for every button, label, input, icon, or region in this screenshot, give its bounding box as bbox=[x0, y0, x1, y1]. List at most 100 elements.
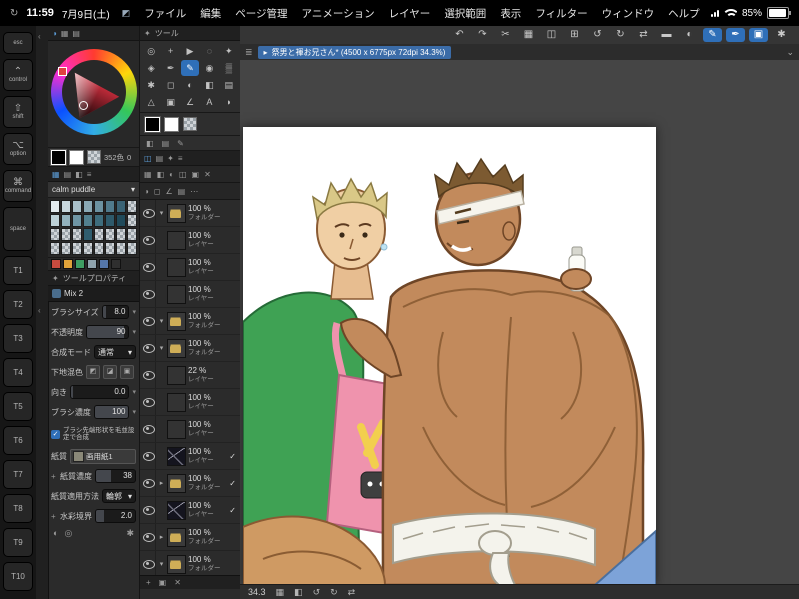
opacity-icon[interactable]: ◑ bbox=[144, 187, 149, 196]
visibility-eye-icon[interactable] bbox=[142, 451, 155, 461]
layer-thumbnail[interactable] bbox=[167, 419, 186, 439]
menu-item[interactable]: ページ管理 bbox=[235, 6, 287, 21]
menu-item[interactable]: フィルター bbox=[535, 6, 587, 21]
switch-color-icon[interactable]: ◧ bbox=[146, 139, 154, 148]
palette-color-cell[interactable] bbox=[116, 228, 126, 241]
layer-property-tab-icon[interactable]: ▤ bbox=[156, 154, 164, 163]
palette-color-cell[interactable] bbox=[72, 242, 82, 255]
brush-preview-icon[interactable]: ◐ bbox=[53, 528, 58, 538]
modifier-key[interactable]: T10 bbox=[3, 562, 33, 591]
new-folder-icon[interactable]: ◧ bbox=[157, 170, 165, 179]
tool-button[interactable]: ◈ bbox=[142, 60, 160, 76]
folder-arrow-icon[interactable]: ▸ bbox=[158, 479, 165, 487]
sub-color-swatch[interactable] bbox=[164, 116, 179, 132]
layer-row[interactable]: 22 % レイヤー bbox=[140, 362, 240, 389]
trash-icon[interactable]: ✕ bbox=[204, 170, 211, 179]
layer-search-tab-icon[interactable]: ✦ bbox=[167, 154, 174, 163]
palette-color-cell[interactable] bbox=[83, 228, 93, 241]
command-button[interactable]: ↻ bbox=[611, 28, 630, 42]
base-mix-option-icon[interactable]: ◩ bbox=[86, 365, 100, 379]
color-slider-tab-icon[interactable]: ▦ bbox=[61, 29, 69, 38]
modifier-key[interactable]: T9 bbox=[3, 528, 33, 557]
layer-row[interactable]: ▾ 100 % フォルダー bbox=[140, 335, 240, 362]
palette-color-cell[interactable] bbox=[94, 214, 104, 227]
brush-size-slider[interactable]: 8.0 bbox=[101, 305, 130, 319]
layer-row[interactable]: 100 % レイヤー bbox=[140, 281, 240, 308]
colorset-menu-icon[interactable]: ≡ bbox=[87, 170, 92, 179]
tool-button[interactable]: ✦ bbox=[220, 43, 238, 59]
tool-button[interactable]: ✒ bbox=[161, 60, 179, 76]
texture-method-select[interactable]: 輪郭 ▾ bbox=[102, 489, 136, 503]
zoom-preview-icon[interactable]: ◎ bbox=[64, 528, 72, 539]
menu-item[interactable]: アニメーション bbox=[302, 6, 375, 21]
layer-thumbnail[interactable] bbox=[167, 365, 186, 385]
modifier-key[interactable]: T1 bbox=[3, 256, 33, 285]
layer-row[interactable]: 100 % レイヤー bbox=[140, 416, 240, 443]
modifier-key[interactable]: space bbox=[3, 207, 33, 251]
visibility-eye-icon[interactable] bbox=[142, 532, 155, 542]
tool-button[interactable]: ✱ bbox=[142, 77, 160, 93]
modifier-key[interactable]: ⌃ control bbox=[3, 59, 33, 91]
spinner-icon[interactable]: ▾ bbox=[132, 388, 136, 396]
palette-color-cell[interactable] bbox=[72, 228, 82, 241]
layer-menu-icon[interactable]: ≡ bbox=[178, 154, 183, 163]
colorset-list-icon[interactable]: ▤ bbox=[64, 170, 72, 179]
menu-item[interactable]: ファイル bbox=[144, 6, 186, 21]
ruler-layer-icon[interactable]: ∠ bbox=[165, 187, 172, 196]
modifier-key[interactable]: T5 bbox=[3, 392, 33, 421]
layer-thumbnail[interactable] bbox=[167, 473, 186, 493]
colorset-mix-icon[interactable]: ◧ bbox=[75, 170, 83, 179]
palette-color-cell[interactable] bbox=[116, 214, 126, 227]
palette-color-cell[interactable] bbox=[61, 228, 71, 241]
sv-triangle[interactable] bbox=[64, 62, 124, 122]
palette-color-cell[interactable] bbox=[72, 214, 82, 227]
visibility-eye-icon[interactable] bbox=[142, 505, 155, 515]
canvas-viewport[interactable] bbox=[240, 60, 799, 585]
history-color-chip[interactable] bbox=[87, 259, 97, 269]
transparent-color-swatch[interactable] bbox=[183, 117, 197, 131]
modifier-key[interactable]: T7 bbox=[3, 460, 33, 489]
palette-color-cell[interactable] bbox=[116, 200, 126, 213]
layer-thumbnail[interactable] bbox=[167, 284, 186, 304]
base-mix-option-icon[interactable]: ◪ bbox=[103, 365, 117, 379]
palette-color-cell[interactable] bbox=[50, 214, 60, 227]
menu-item[interactable]: 選択範囲 bbox=[444, 6, 486, 21]
more-icon[interactable]: ⋯ bbox=[190, 187, 198, 196]
layer-thumbnail[interactable] bbox=[167, 527, 186, 547]
settings-gear-icon[interactable]: ✱ bbox=[126, 528, 134, 539]
command-button[interactable]: ↷ bbox=[473, 28, 492, 42]
palette-color-cell[interactable] bbox=[83, 214, 93, 227]
layer-row[interactable]: ▾ 100 % フォルダー bbox=[140, 200, 240, 227]
palette-color-cell[interactable] bbox=[72, 200, 82, 213]
spinner-icon[interactable]: ▾ bbox=[132, 408, 136, 416]
layer-row[interactable]: 100 % レイヤー ✓ bbox=[140, 497, 240, 524]
palette-color-cell[interactable] bbox=[61, 242, 71, 255]
color-wheel-tab-icon[interactable]: ◑ bbox=[52, 29, 57, 38]
command-button[interactable]: ↺ bbox=[588, 28, 607, 42]
command-button[interactable]: ✒ bbox=[726, 28, 745, 42]
colorset-select[interactable]: calm puddle ▾ bbox=[48, 182, 139, 198]
command-button[interactable]: ▣ bbox=[749, 28, 768, 42]
history-color-chip[interactable] bbox=[75, 259, 85, 269]
tool-button[interactable]: ▶ bbox=[181, 43, 199, 59]
palette-color-cell[interactable] bbox=[94, 242, 104, 255]
collapse-chevron-icon[interactable]: ‹ bbox=[38, 32, 41, 41]
visibility-eye-icon[interactable] bbox=[142, 289, 155, 299]
tool-button[interactable]: ▣ bbox=[161, 94, 179, 110]
visibility-eye-icon[interactable] bbox=[142, 343, 155, 353]
subtool-chip[interactable]: Mix 2 bbox=[48, 286, 139, 302]
checkbox-checked-icon[interactable]: ✓ bbox=[51, 429, 60, 439]
tool-button[interactable]: A bbox=[200, 94, 218, 110]
add-folder-icon[interactable]: ▣ bbox=[159, 578, 167, 587]
canvas-nav-button[interactable]: ↺ bbox=[313, 587, 321, 598]
history-color-chip[interactable] bbox=[111, 259, 121, 269]
command-button[interactable]: ✎ bbox=[703, 28, 722, 42]
expander-icon[interactable]: + bbox=[51, 472, 57, 481]
layer-thumbnail[interactable] bbox=[167, 446, 186, 466]
hue-ring[interactable] bbox=[51, 49, 137, 135]
visibility-eye-icon[interactable] bbox=[142, 316, 155, 326]
layer-row[interactable]: ▾ 100 % フォルダー bbox=[140, 308, 240, 335]
tool-button[interactable]: ▒ bbox=[220, 60, 238, 76]
texture-select[interactable]: 画用紙1 bbox=[70, 448, 136, 464]
folder-arrow-icon[interactable]: ▾ bbox=[158, 209, 165, 217]
